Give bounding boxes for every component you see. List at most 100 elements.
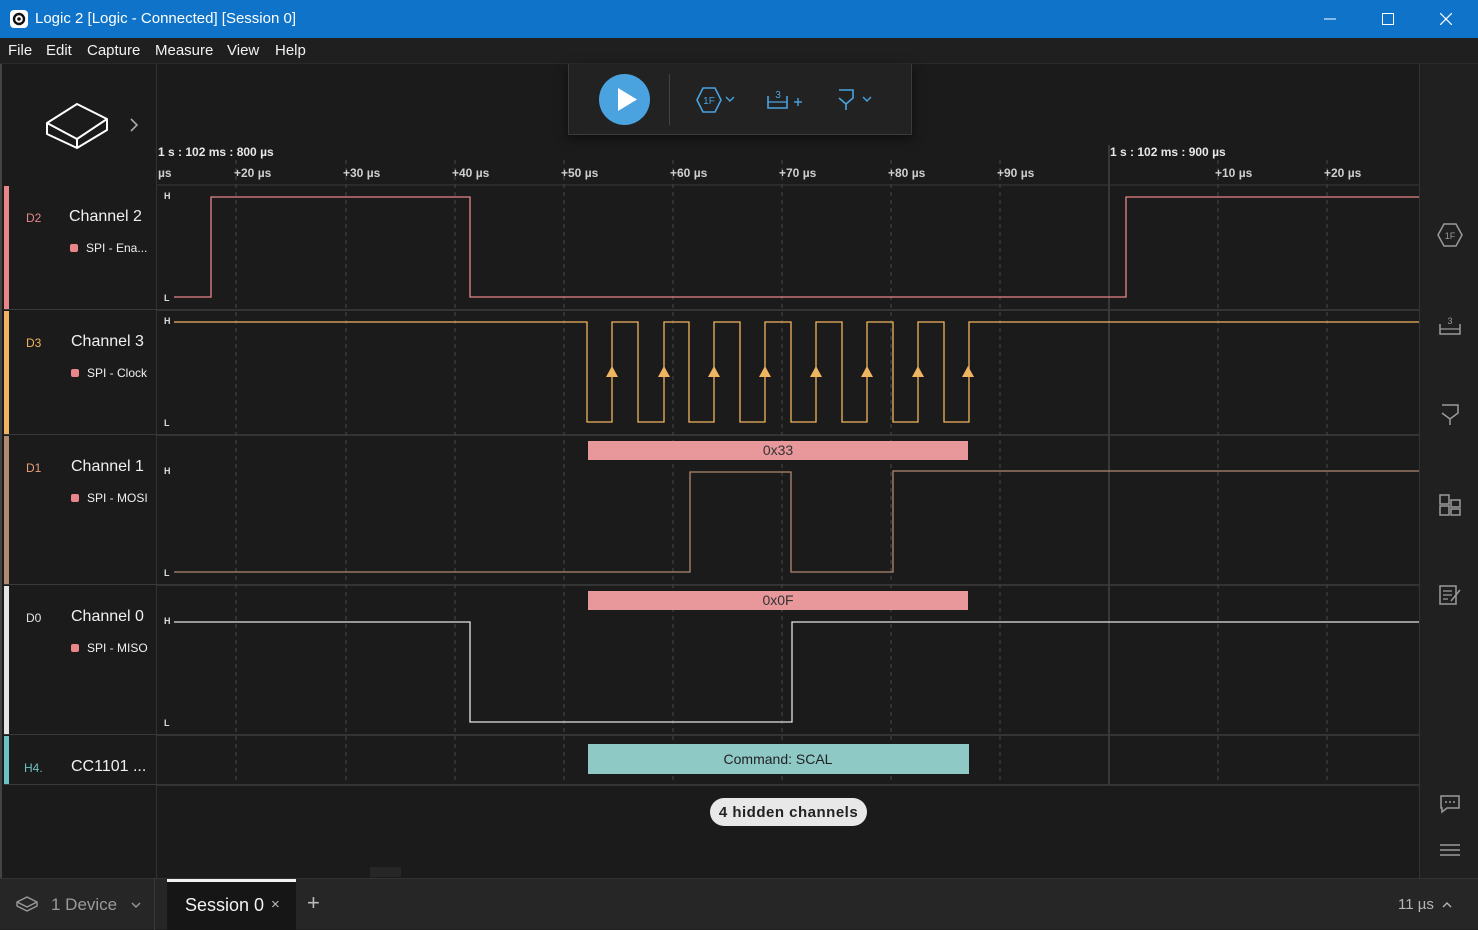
maximize-button[interactable] (1359, 0, 1417, 38)
waveform-area[interactable]: 1 s : 102 ms : 800 µs 1 s : 102 ms : 900… (157, 64, 1419, 878)
notes-panel-icon[interactable] (1439, 584, 1461, 606)
session-tab-label: Session 0 (185, 895, 265, 915)
timescale-indicator[interactable]: 11 µs (1398, 896, 1434, 913)
timeline-tick: +30 µs (343, 166, 381, 180)
session-tab[interactable]: Session 0 × (167, 879, 296, 930)
channel-row-d0[interactable]: D0 Channel 0 SPI - MISO (4, 586, 157, 735)
channel-id: D2 (26, 211, 42, 225)
ch3-high-label: H (164, 316, 171, 326)
analyzer-color-dot (71, 369, 79, 377)
ch0-low-label: L (164, 718, 170, 728)
hidden-channels-button[interactable]: 4 hidden channels (710, 798, 867, 826)
analyzer-tag[interactable]: SPI - Clock (71, 366, 147, 380)
minimize-button[interactable] (1301, 0, 1359, 38)
chevron-up-icon[interactable] (1442, 901, 1452, 909)
waveform-canvas[interactable]: 1 s : 102 ms : 800 µs 1 s : 102 ms : 900… (157, 64, 1419, 878)
expand-chevron-icon[interactable] (129, 117, 139, 133)
timeline-tick: +60 µs (670, 166, 708, 180)
channel-row-d2[interactable]: D2 Channel 2 SPI - Ena... (4, 186, 157, 310)
title-bar: Logic 2 [Logic - Connected] [Session 0] (0, 0, 1478, 38)
channel-color-bar (4, 311, 9, 434)
menu-help[interactable]: Help (275, 42, 306, 59)
clock-edge-markers (606, 366, 974, 377)
status-bar: 1 Device Session 0 × + 11 µs (0, 878, 1478, 930)
channel-row-d1[interactable]: D1 Channel 1 SPI - MOSI (4, 436, 157, 585)
trigger-dropdown[interactable]: 1F (695, 86, 741, 114)
timeline-tick: µs (158, 166, 172, 180)
ch3-waveform (174, 321, 1419, 423)
channel-id: D0 (26, 611, 42, 625)
add-measurement-button[interactable]: 3 (765, 86, 807, 114)
miso-decoded-value: 0x0F (762, 592, 793, 608)
close-button[interactable] (1417, 0, 1475, 38)
marker-pin-icon (838, 89, 872, 110)
timing-markers-icon[interactable] (1440, 403, 1460, 427)
channel-name[interactable]: Channel 0 (71, 608, 144, 626)
channel-name[interactable]: Channel 2 (69, 208, 142, 226)
marker-dropdown[interactable] (835, 86, 875, 114)
ch1-low-label: L (164, 568, 170, 578)
add-session-button[interactable]: + (307, 890, 320, 916)
analyzers-panel-icon[interactable] (1439, 494, 1461, 516)
trigger-icon: 1F (696, 87, 735, 113)
close-session-tab-icon[interactable]: × (271, 896, 280, 913)
analyzer-color-dot (71, 644, 79, 652)
analyzer-color-dot (70, 244, 78, 252)
channel-name[interactable]: CC1101 ... (71, 758, 146, 776)
start-capture-button[interactable] (599, 74, 650, 125)
analyzer-tag[interactable]: SPI - Ena... (70, 241, 147, 255)
menu-measure[interactable]: Measure (155, 42, 213, 59)
device-selector[interactable]: 1 Device (0, 879, 155, 930)
analyzer-color-dot (71, 494, 79, 502)
svg-text:3: 3 (775, 90, 781, 101)
mosi-decoded-value: 0x33 (763, 442, 794, 458)
ch0-waveform (174, 621, 1419, 723)
channel-row-h4[interactable]: H4. CC1101 ... (4, 736, 157, 785)
channel-row-d3[interactable]: D3 Channel 3 SPI - Clock (4, 311, 157, 435)
window-title: Logic 2 [Logic - Connected] [Session 0] (35, 10, 296, 27)
timeline-tick: +20 µs (234, 166, 272, 180)
timeline-tick: +20 µs (1324, 166, 1362, 180)
timeline-tick: +40 µs (452, 166, 490, 180)
svg-text:1F: 1F (1445, 231, 1456, 241)
timeline-tick: +80 µs (888, 166, 926, 180)
menu-view[interactable]: View (227, 42, 259, 59)
timeline-tick: +70 µs (779, 166, 817, 180)
menu-file[interactable]: File (8, 42, 32, 59)
timeline-tick: +10 µs (1215, 166, 1253, 180)
timeline-anchor-left: 1 s : 102 ms : 800 µs (158, 145, 274, 159)
channel-id: H4. (24, 761, 43, 775)
timeline-tick: +50 µs (561, 166, 599, 180)
right-sidebar: 1F 3 (1419, 64, 1478, 878)
chevron-down-icon (131, 902, 141, 908)
hla-decoded-value: Command: SCAL (724, 751, 833, 767)
channel-id: D1 (26, 461, 42, 475)
channel-color-bar (4, 436, 9, 584)
ch2-high-label: H (164, 191, 171, 201)
menu-capture[interactable]: Capture (87, 42, 140, 59)
analyzer-tag[interactable]: SPI - MISO (71, 641, 148, 655)
horizontal-scroll-thumb[interactable] (370, 867, 401, 877)
ch1-waveform (174, 470, 1419, 573)
channel-name[interactable]: Channel 1 (71, 458, 144, 476)
menu-edit[interactable]: Edit (46, 42, 72, 59)
ch0-high-label: H (164, 616, 171, 626)
channel-id: D3 (26, 336, 42, 350)
toolbar-divider (669, 74, 670, 125)
channel-name[interactable]: Channel 3 (71, 333, 144, 351)
svg-text:1F: 1F (703, 96, 715, 107)
trigger-panel-icon[interactable]: 1F (1437, 222, 1463, 248)
analyzer-tag[interactable]: SPI - MOSI (71, 491, 148, 505)
hamburger-menu-icon[interactable] (1439, 842, 1461, 858)
measurements-panel-icon[interactable]: 3 (1438, 314, 1462, 338)
feedback-chat-icon[interactable] (1439, 794, 1461, 814)
maximize-icon (1382, 13, 1394, 25)
channel-color-bar (4, 586, 9, 734)
device-count: 1 Device (51, 895, 118, 914)
close-icon (1440, 13, 1452, 25)
device-icon (16, 896, 38, 912)
device-header[interactable] (2, 64, 157, 186)
menu-bar: File Edit Capture Measure View Help (0, 38, 1478, 64)
channel-label-column: D2 Channel 2 SPI - Ena... D3 Channel 3 S… (0, 64, 157, 878)
ch1-high-label: H (164, 466, 171, 476)
